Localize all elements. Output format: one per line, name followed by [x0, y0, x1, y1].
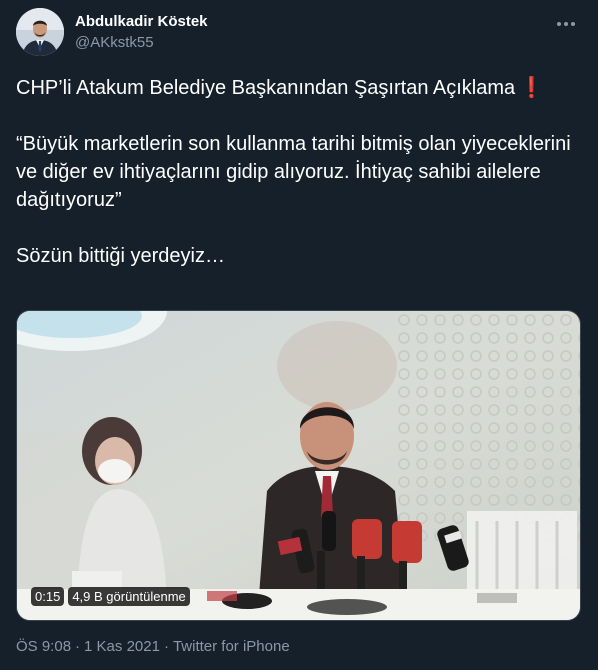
tweet-title-text: CHP’li Atakum Belediye Başkanından Şaşır… — [16, 77, 516, 99]
author-names: Abdulkadir Köstek @AKkstk55 — [75, 12, 208, 52]
avatar[interactable] — [16, 8, 64, 56]
tweet-title: CHP’li Atakum Belediye Başkanından Şaşır… — [16, 74, 582, 102]
meta-separator: · — [163, 638, 169, 655]
more-horizontal-icon[interactable] — [554, 14, 578, 34]
meta-separator: · — [75, 638, 81, 655]
tweet-text: CHP’li Atakum Belediye Başkanından Şaşır… — [16, 74, 582, 270]
video-player[interactable]: 0:15 4,9 B görüntülenme — [16, 310, 581, 621]
author-display-name[interactable]: Abdulkadir Köstek — [75, 12, 208, 31]
video-badges: 0:15 4,9 B görüntülenme — [31, 587, 190, 606]
profile-photo-icon — [16, 8, 64, 56]
tweet-metadata: ÖS 9:08 · 1 Kas 2021 · Twitter for iPhone — [16, 637, 290, 657]
video-duration: 0:15 — [31, 587, 65, 606]
tweet-quote: “Büyük marketlerin son kullanma tarihi b… — [16, 133, 571, 211]
author-handle[interactable]: @AKkstk55 — [75, 33, 208, 52]
tweet-time[interactable]: ÖS 9:08 — [16, 638, 71, 655]
tweet-closing: Sözün bittiği yerdeyiz… — [16, 245, 225, 267]
tweet-source[interactable]: Twitter for iPhone — [173, 638, 290, 655]
exclamation-emoji-icon: ❗ — [519, 77, 545, 99]
video-thumbnail — [17, 311, 580, 620]
video-view-count: 4,9 B görüntülenme — [68, 587, 190, 606]
tweet: Abdulkadir Köstek @AKkstk55 CHP’li Ataku… — [0, 0, 598, 670]
tweet-date[interactable]: 1 Kas 2021 — [84, 638, 160, 655]
tweet-header: Abdulkadir Köstek @AKkstk55 — [16, 8, 582, 56]
